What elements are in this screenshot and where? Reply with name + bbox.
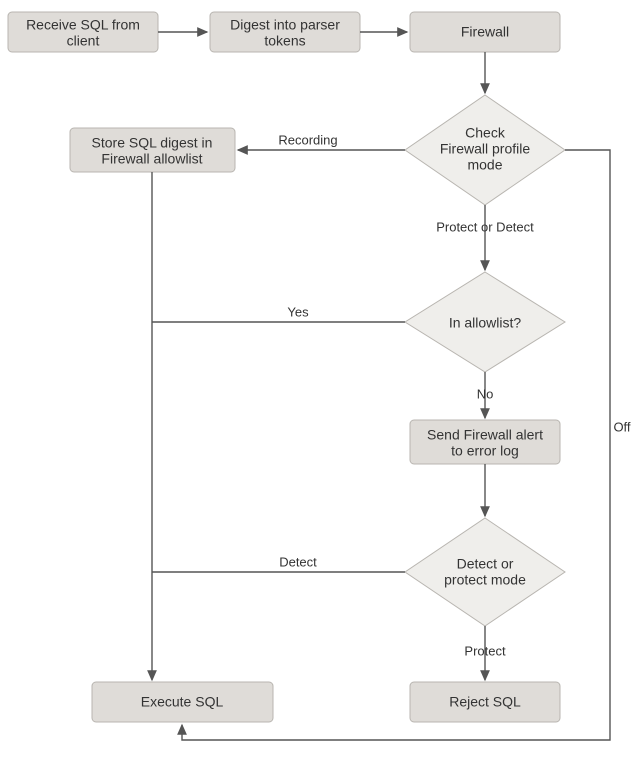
svg-text:Firewall: Firewall [461,24,509,40]
edge-label-protect: Protect [464,643,506,658]
node-store-allowlist: Store SQL digest in Firewall allowlist [70,128,235,172]
svg-text:Detect or: Detect or [457,556,514,572]
node-receive-sql: Receive SQL from client [8,12,158,52]
edge-label-off: Off [613,419,630,434]
svg-text:Digest into parser: Digest into parser [230,17,340,33]
edge-label-recording: Recording [278,132,337,147]
svg-text:client: client [67,33,100,49]
node-reject-sql: Reject SQL [410,682,560,722]
node-execute-sql: Execute SQL [92,682,273,722]
svg-text:Firewall allowlist: Firewall allowlist [101,151,202,167]
svg-text:Check: Check [465,125,506,141]
svg-text:Execute SQL: Execute SQL [141,694,224,710]
node-check-mode: Check Firewall profile mode [405,95,565,205]
node-firewall: Firewall [410,12,560,52]
node-detect-protect: Detect or protect mode [405,518,565,626]
svg-text:Send Firewall alert: Send Firewall alert [427,427,543,443]
svg-text:Store SQL digest in: Store SQL digest in [92,135,213,151]
svg-text:tokens: tokens [264,33,305,49]
svg-text:Reject SQL: Reject SQL [449,694,521,710]
edge-label-no: No [477,386,494,401]
node-send-alert: Send Firewall alert to error log [410,420,560,464]
svg-text:to error log: to error log [451,443,519,459]
edge-label-protect-or-detect: Protect or Detect [436,219,534,234]
svg-text:In allowlist?: In allowlist? [449,315,522,331]
svg-text:Firewall profile: Firewall profile [440,141,530,157]
svg-text:protect mode: protect mode [444,572,526,588]
edge-label-detect: Detect [279,554,317,569]
edge-label-yes: Yes [287,304,309,319]
node-in-allowlist: In allowlist? [405,272,565,372]
svg-text:mode: mode [467,157,502,173]
node-digest-tokens: Digest into parser tokens [210,12,360,52]
firewall-flowchart: Receive SQL from client Digest into pars… [0,0,632,758]
svg-text:Receive SQL from: Receive SQL from [26,17,140,33]
